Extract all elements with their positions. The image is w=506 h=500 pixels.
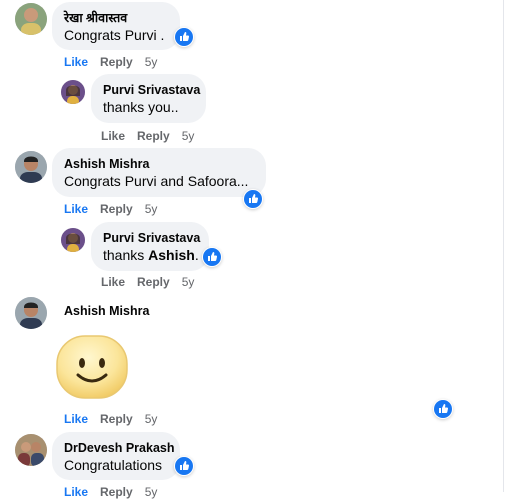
comment-author[interactable]: Ashish Mishra	[64, 156, 254, 172]
timestamp[interactable]: 5y	[145, 411, 158, 427]
reply-link[interactable]: Reply	[100, 411, 133, 427]
comment-author[interactable]: Ashish Mishra	[64, 303, 149, 319]
reaction-badge[interactable]	[202, 247, 222, 267]
timestamp[interactable]: 5y	[145, 54, 158, 70]
like-reaction-icon	[203, 248, 221, 266]
like-link[interactable]: Like	[64, 411, 88, 427]
comment-actions: Like Reply 5y	[64, 411, 169, 427]
like-link[interactable]: Like	[101, 128, 125, 144]
like-link[interactable]: Like	[64, 484, 88, 500]
reply-actions: Like Reply 5y	[101, 128, 206, 144]
reply-link[interactable]: Reply	[137, 128, 170, 144]
comment-author[interactable]: DrDevesh Prakash	[64, 440, 174, 456]
avatar-purvi[interactable]	[61, 228, 85, 252]
reply-bubble: Purvi Srivastava thanks you..	[91, 74, 206, 123]
like-reaction-icon	[175, 28, 193, 46]
avatar-purvi[interactable]	[61, 80, 85, 104]
like-reaction-icon	[434, 400, 452, 418]
reply-text-suffix: .	[194, 247, 199, 263]
reaction-badge[interactable]	[243, 189, 263, 209]
reply-author[interactable]: Purvi Srivastava	[103, 82, 200, 98]
like-reaction-icon	[175, 457, 193, 475]
reply-actions: Like Reply 5y	[101, 274, 206, 290]
comment-bubble: रेखा श्रीवास्तव Congrats Purvi .	[52, 2, 180, 50]
avatar-devesh[interactable]	[15, 434, 47, 466]
comment-text: Congrats Purvi and Safoora...	[64, 173, 249, 189]
reply-text-prefix: thanks	[103, 247, 149, 263]
comment-text: Congrats Purvi .	[64, 27, 165, 43]
reply-link[interactable]: Reply	[137, 274, 170, 290]
comment-actions: Like Reply 5y	[64, 54, 169, 70]
reaction-badge[interactable]	[433, 399, 453, 419]
reply-text: thanks Ashish.	[103, 246, 199, 265]
reaction-badge[interactable]	[174, 456, 194, 476]
timestamp[interactable]: 5y	[145, 201, 158, 217]
reply-text: thanks you..	[103, 99, 179, 115]
reply-link[interactable]: Reply	[100, 54, 133, 70]
timestamp[interactable]: 5y	[182, 274, 195, 290]
avatar-ashish[interactable]	[15, 151, 47, 183]
smiley-face-sticker	[55, 334, 129, 400]
reply-link[interactable]: Reply	[100, 484, 133, 500]
mention-link[interactable]: Ashish	[148, 247, 195, 263]
reply-bubble: Purvi Srivastava thanks Ashish.	[91, 222, 209, 271]
timestamp[interactable]: 5y	[182, 128, 195, 144]
comment-actions: Like Reply 5y	[64, 201, 169, 217]
avatar-rekha[interactable]	[15, 3, 47, 35]
reply-author[interactable]: Purvi Srivastava	[103, 230, 200, 246]
like-link[interactable]: Like	[64, 201, 88, 217]
like-link[interactable]: Like	[101, 274, 125, 290]
reply-link[interactable]: Reply	[100, 201, 133, 217]
reaction-badge[interactable]	[174, 27, 194, 47]
scrollbar-track[interactable]	[503, 0, 504, 492]
avatar-ashish[interactable]	[15, 297, 47, 329]
timestamp[interactable]: 5y	[145, 484, 158, 500]
like-reaction-icon	[244, 190, 262, 208]
comment-text: Congratulations	[64, 457, 163, 473]
like-link[interactable]: Like	[64, 54, 88, 70]
comment-bubble: DrDevesh Prakash Congratulations	[52, 432, 180, 480]
comment-actions: Like Reply 5y	[64, 484, 169, 500]
comment-bubble: Ashish Mishra Congrats Purvi and Safoora…	[52, 148, 266, 197]
comment-author[interactable]: रेखा श्रीवास्तव	[64, 10, 168, 26]
